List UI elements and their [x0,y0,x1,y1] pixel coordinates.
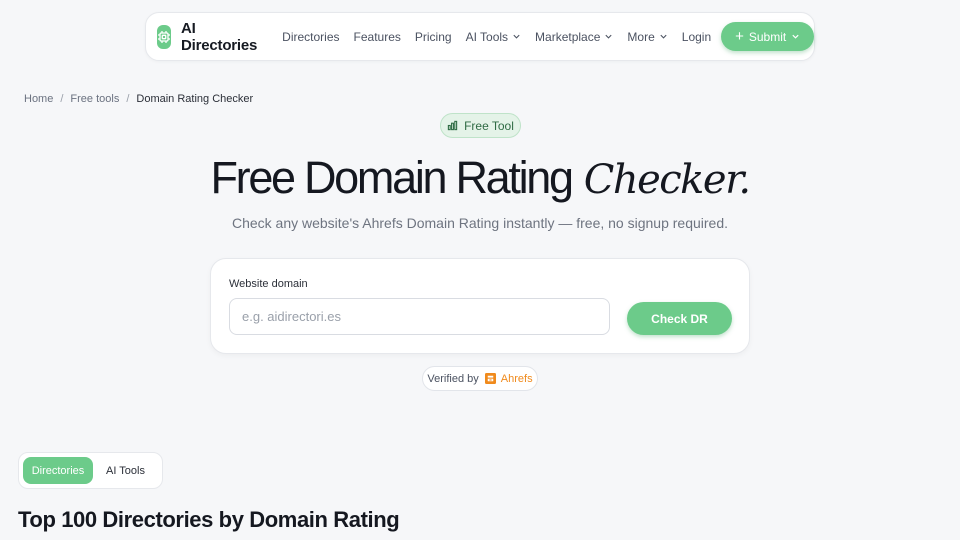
breadcrumb-separator: / [60,93,64,105]
nav-links: Directories Features Pricing AI Tools Ma… [282,30,682,44]
nav-link-ai-tools[interactable]: AI Tools [466,30,521,44]
page-title: Free Domain Rating Checker. [0,152,960,204]
chevron-down-icon [605,34,613,39]
nav-link-marketplace[interactable]: Marketplace [535,30,613,44]
domain-check-card: Website domain Check DR [210,258,750,354]
nav-link-label: Pricing [414,29,452,44]
domain-field-label: Website domain [229,278,308,290]
brand-name[interactable]: AI Directories [181,20,257,54]
free-tool-badge: Free Tool [440,113,521,138]
ahrefs-logo-icon [484,373,496,384]
check-dr-button[interactable]: Check DR [627,302,732,335]
nav-link-more[interactable]: More [627,30,667,44]
login-link[interactable]: Login [682,30,711,44]
nav-link-label: Directories [282,29,340,44]
bar-chart-icon [447,120,458,131]
nav-actions: Login + Submit [682,22,815,51]
nav-link-label: AI Tools [465,29,509,44]
verified-brand: Ahrefs [500,372,533,385]
nav-link-directories[interactable]: Directories [282,30,339,44]
breadcrumb-current: Domain Rating Checker [136,93,254,105]
page-title-main: Free Domain Rating [210,152,574,203]
nav-link-pricing[interactable]: Pricing [415,30,452,44]
chip-logo-icon[interactable] [157,24,171,49]
nav-link-label: More [627,29,655,44]
badge-label: Free Tool [464,118,514,133]
submit-button[interactable]: + Submit [721,22,815,51]
breadcrumb: Home / Free tools / Domain Rating Checke… [24,93,253,105]
breadcrumb-free-tools[interactable]: Free tools [70,93,119,105]
page-title-accent: Checker. [583,157,751,203]
domain-input[interactable] [229,298,610,335]
chevron-down-icon [792,34,799,39]
list-type-tabs: Directories AI Tools [18,452,163,489]
plus-icon: + [735,28,744,45]
tab-directories[interactable]: Directories [23,457,93,484]
chevron-down-icon [660,34,667,39]
nav-link-features[interactable]: Features [354,30,401,44]
submit-button-label: Submit [748,29,787,44]
verified-by-badge: Verified by Ahrefs [422,366,538,391]
top-navbar: AI Directories Directories Features Pric… [145,12,815,61]
nav-link-label: Features [353,29,401,44]
page-subtitle: Check any website's Ahrefs Domain Rating… [231,215,729,231]
verified-prefix: Verified by [427,372,479,385]
section-title: Top 100 Directories by Domain Rating [18,507,400,532]
breadcrumb-home[interactable]: Home [24,93,53,105]
nav-link-label: Marketplace [535,29,601,44]
chevron-down-icon [513,34,520,39]
tab-ai-tools[interactable]: AI Tools [93,457,158,484]
breadcrumb-separator: / [126,93,130,105]
